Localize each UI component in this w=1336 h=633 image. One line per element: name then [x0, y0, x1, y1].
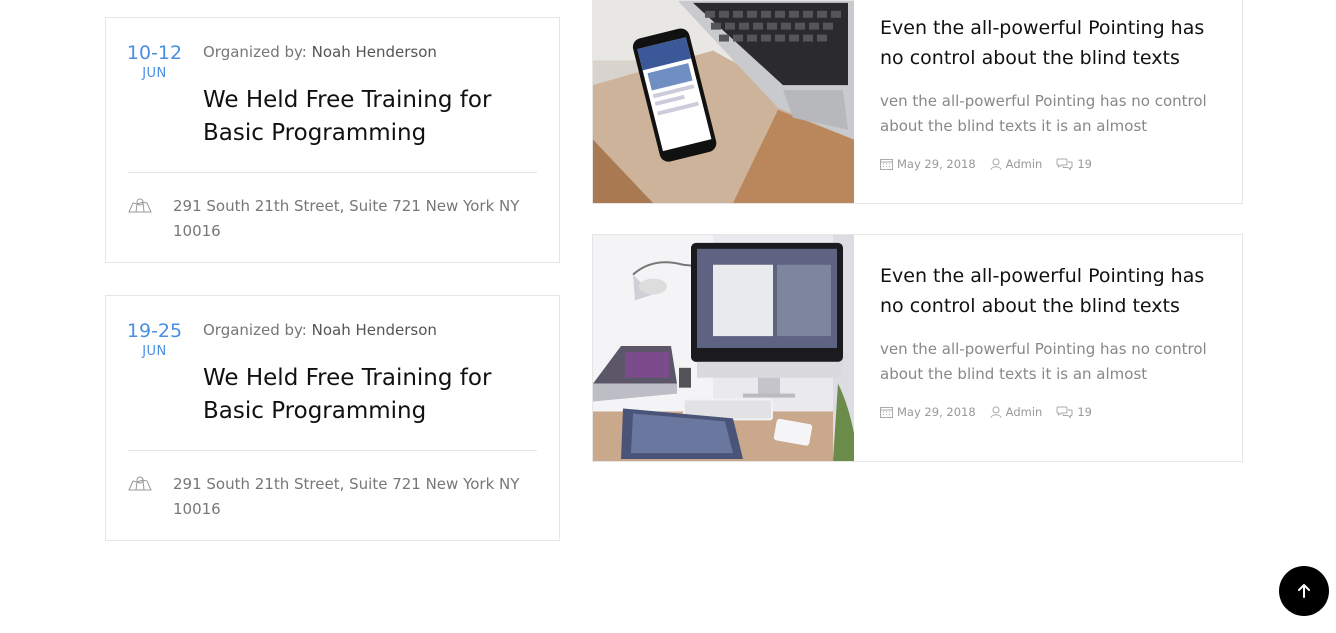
event-address: 291 South 21th Street, Suite 721 New Yor…: [173, 475, 520, 518]
post-comments-count: 19: [1077, 405, 1092, 419]
event-card[interactable]: 19-25 JUN Organized by: Noah Henderson W…: [105, 295, 560, 541]
post-date-link[interactable]: May 29, 2018: [880, 405, 976, 419]
scroll-to-top-button[interactable]: [1279, 566, 1329, 616]
divider: [128, 172, 537, 173]
post-meta: May 29, 2018 Admin 19: [880, 157, 1230, 171]
organizer-label: Organized by:: [203, 43, 307, 61]
post-content: Even the all-powerful Pointing has no co…: [880, 13, 1230, 171]
event-month: JUN: [142, 66, 167, 81]
divider: [128, 450, 537, 451]
post-comments-link[interactable]: 19: [1056, 405, 1092, 419]
post-meta: May 29, 2018 Admin 19: [880, 405, 1230, 419]
post-excerpt: ven the all-powerful Pointing has no con…: [880, 340, 1207, 383]
post-comments-count: 19: [1077, 157, 1092, 171]
map-location-icon: [128, 198, 152, 213]
event-title[interactable]: We Held Free Training for Basic Programm…: [203, 362, 533, 428]
post-date: May 29, 2018: [897, 157, 976, 171]
post-content: Even the all-powerful Pointing has no co…: [880, 261, 1230, 419]
event-card[interactable]: 10-12 JUN Organized by: Noah Henderson W…: [105, 17, 560, 263]
post-author-link[interactable]: Admin: [990, 405, 1043, 419]
laptop-phone-photo-icon: [593, 0, 854, 203]
post-thumbnail[interactable]: [593, 0, 854, 203]
event-organizer: Organized by: Noah Henderson: [203, 321, 437, 339]
event-address: 291 South 21th Street, Suite 721 New Yor…: [173, 197, 520, 240]
event-date-range: 19-25: [126, 320, 183, 342]
post-excerpt: ven the all-powerful Pointing has no con…: [880, 92, 1207, 135]
post-author: Admin: [1005, 405, 1043, 419]
organizer-name: Noah Henderson: [311, 321, 437, 339]
event-month: JUN: [142, 344, 167, 359]
user-icon: [990, 158, 1002, 170]
comments-icon: [1056, 158, 1073, 170]
event-date: 10-12 JUN: [106, 40, 203, 82]
calendar-icon: [880, 159, 893, 170]
post-date: May 29, 2018: [897, 405, 976, 419]
post-date-link[interactable]: May 29, 2018: [880, 157, 976, 171]
map-location-icon: [128, 476, 152, 491]
organizer-label: Organized by:: [203, 321, 307, 339]
event-organizer: Organized by: Noah Henderson: [203, 43, 437, 61]
post-comments-link[interactable]: 19: [1056, 157, 1092, 171]
post-title[interactable]: Even the all-powerful Pointing has no co…: [880, 13, 1230, 73]
organizer-name: Noah Henderson: [311, 43, 437, 61]
blog-post-card[interactable]: Even the all-powerful Pointing has no co…: [592, 234, 1243, 462]
post-author-link[interactable]: Admin: [990, 157, 1043, 171]
calendar-icon: [880, 407, 893, 418]
post-title[interactable]: Even the all-powerful Pointing has no co…: [880, 261, 1230, 321]
event-date: 19-25 JUN: [106, 318, 203, 360]
user-icon: [990, 406, 1002, 418]
event-date-range: 10-12: [126, 42, 183, 64]
comments-icon: [1056, 406, 1073, 418]
post-author: Admin: [1005, 157, 1043, 171]
imac-desk-photo-icon: [593, 235, 854, 461]
event-title[interactable]: We Held Free Training for Basic Programm…: [203, 84, 533, 150]
post-thumbnail[interactable]: [593, 235, 854, 461]
arrow-up-icon: [1298, 584, 1310, 598]
blog-post-card[interactable]: Even the all-powerful Pointing has no co…: [592, 0, 1243, 204]
